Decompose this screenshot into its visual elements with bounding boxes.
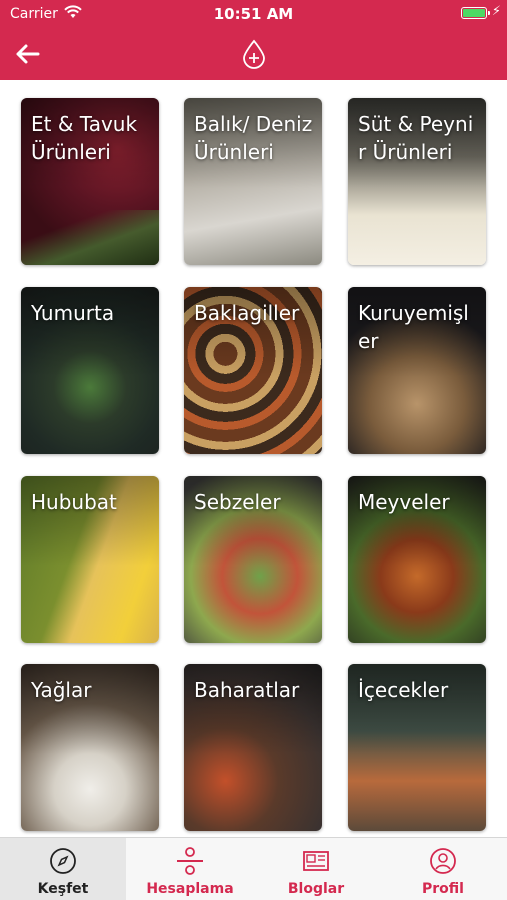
category-card-kuruyemisler[interactable]: Kuruyemişler [348, 287, 486, 454]
nav-bar [0, 28, 507, 80]
back-arrow-icon[interactable] [14, 40, 42, 68]
tab-label: Hesaplama [146, 881, 234, 897]
compass-icon [50, 848, 76, 874]
category-label: Yağlar [31, 678, 92, 702]
category-label: İçecekler [358, 678, 449, 702]
tab-hesaplama[interactable]: Hesaplama [127, 838, 253, 900]
category-card-baharatlar[interactable]: Baharatlar [184, 664, 322, 831]
category-label: Baklagiller [194, 301, 300, 325]
category-label: Baharatlar [194, 678, 300, 702]
user-icon [430, 848, 456, 874]
divide-icon [177, 847, 203, 875]
charging-icon: ⚡ [491, 4, 501, 19]
tab-label: Keşfet [37, 881, 89, 897]
newspaper-icon [303, 851, 329, 871]
status-time: 10:51 AM [213, 5, 294, 23]
category-card-yumurta[interactable]: Yumurta [21, 287, 159, 454]
category-card-sut-peynir[interactable]: Süt & Peynir Ürünleri [348, 98, 486, 265]
tab-kesfet[interactable]: Keşfet [0, 838, 126, 900]
app-logo-icon [243, 39, 265, 69]
category-card-sebzeler[interactable]: Sebzeler [184, 476, 322, 643]
category-card-icecekler[interactable]: İçecekler [348, 664, 486, 831]
tab-bar: Keşfet Hesaplama Bloglar Profil [0, 837, 507, 900]
category-grid: Et & Tavuk Ürünleri Balık/ Deniz Ürünler… [0, 80, 507, 835]
tab-label: Bloglar [287, 881, 345, 897]
category-card-meyveler[interactable]: Meyveler [348, 476, 486, 643]
category-label: Balık/ Deniz Ürünleri [194, 112, 313, 164]
category-label: Kuruyemişler [358, 301, 469, 353]
category-label: Hububat [31, 490, 117, 514]
category-card-baklagiller[interactable]: Baklagiller [184, 287, 322, 454]
category-card-balik[interactable]: Balık/ Deniz Ürünleri [184, 98, 322, 265]
category-label: Sebzeler [194, 490, 281, 514]
status-bar: Carrier 10:51 AM ⚡ [0, 0, 507, 28]
category-label: Süt & Peynir Ürünleri [358, 112, 474, 164]
category-label: Et & Tavuk Ürünleri [31, 112, 138, 164]
category-card-et-tavuk[interactable]: Et & Tavuk Ürünleri [21, 98, 159, 265]
category-label: Meyveler [358, 490, 450, 514]
category-card-yaglar[interactable]: Yağlar [21, 664, 159, 831]
tab-profil[interactable]: Profil [380, 838, 506, 900]
category-card-hububat[interactable]: Hububat [21, 476, 159, 643]
category-label: Yumurta [31, 301, 115, 325]
tab-bloglar[interactable]: Bloglar [253, 838, 379, 900]
tab-label: Profil [422, 881, 464, 897]
battery-icon [461, 7, 490, 19]
